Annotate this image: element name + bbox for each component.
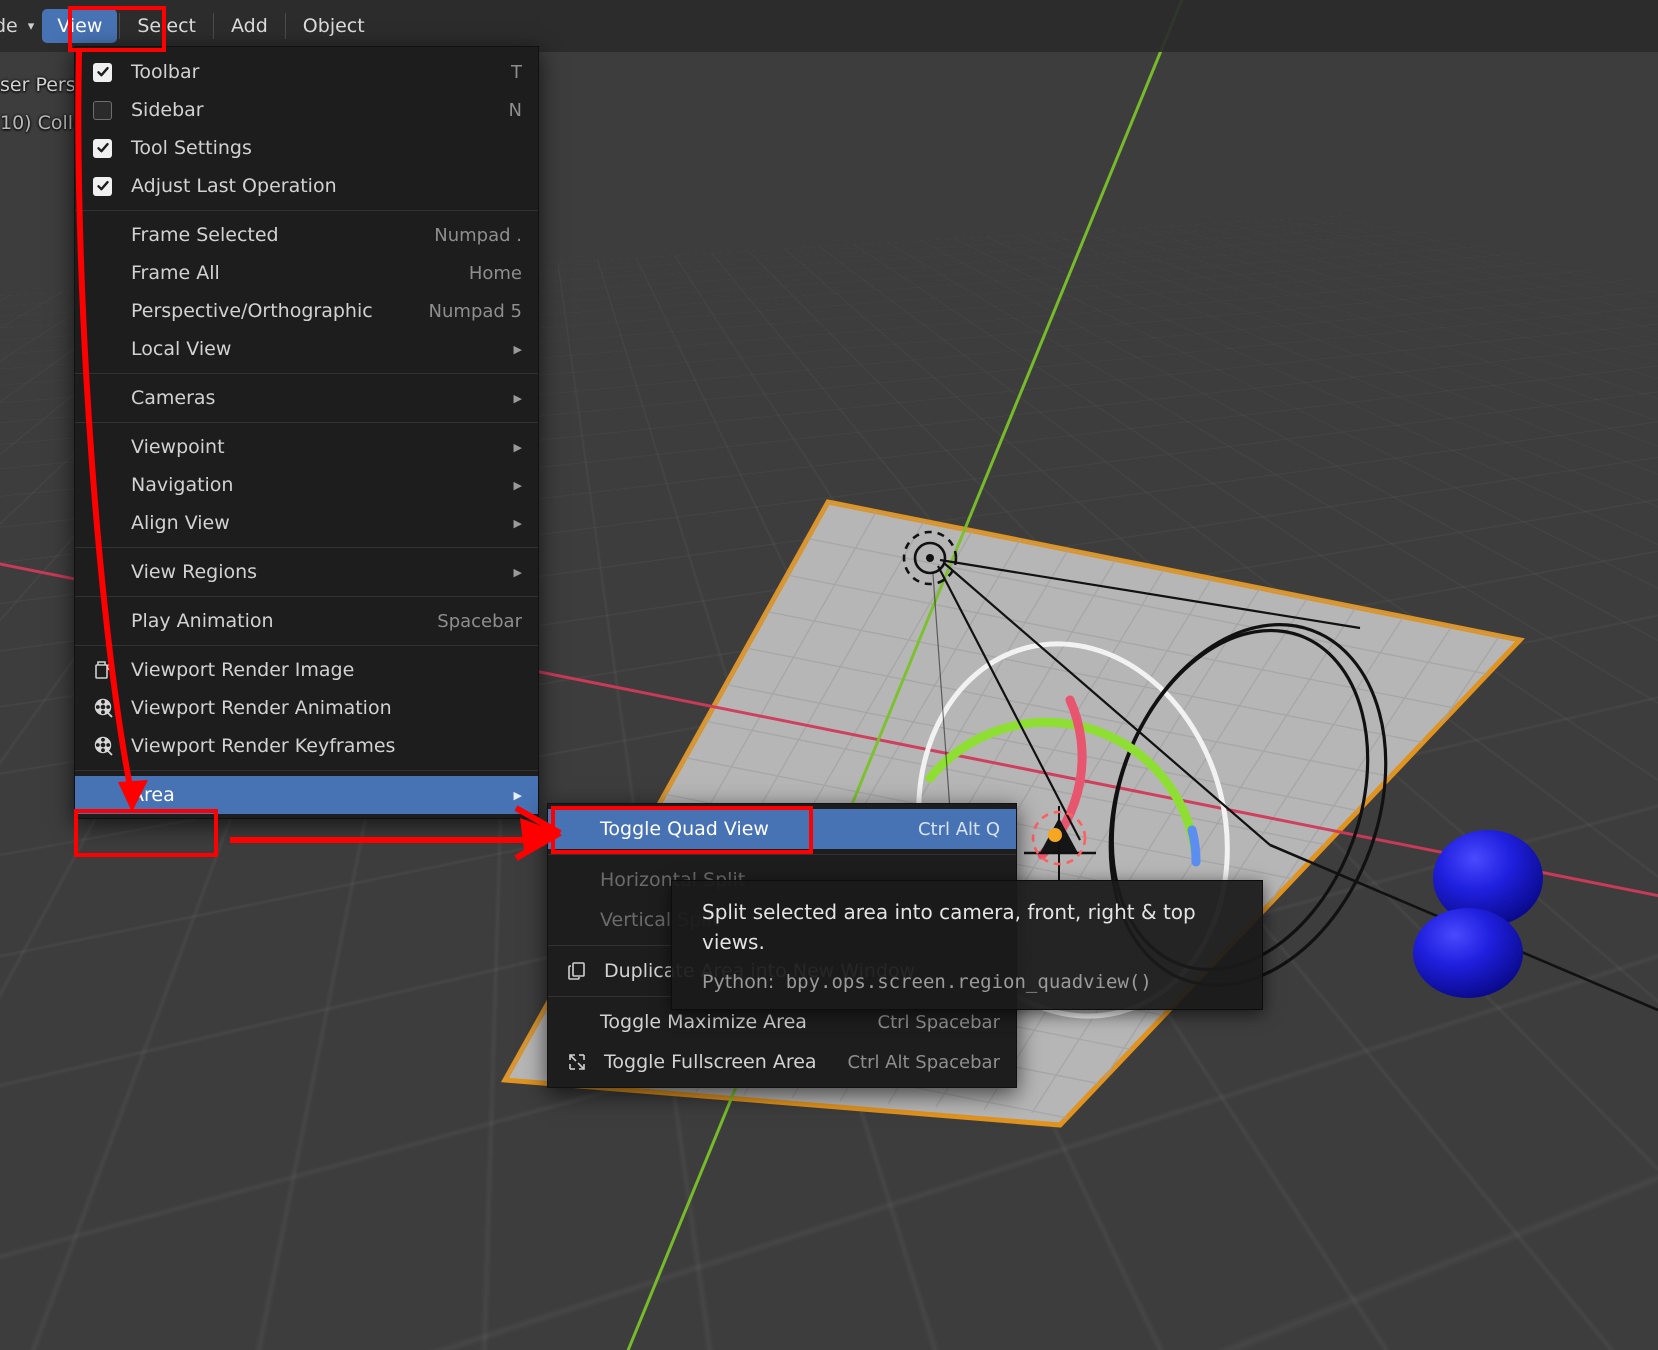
menu-add[interactable]: Add [216, 9, 283, 43]
menu-separator [75, 547, 538, 548]
menu-item-shortcut: T [511, 61, 522, 83]
checkbox-checked-icon[interactable] [93, 176, 112, 196]
menu-separator [75, 770, 538, 771]
menu-item-label: Sidebar [131, 99, 204, 121]
film-reel-icon [93, 697, 115, 719]
submenu-arrow-icon: ▶ [513, 391, 522, 405]
menu-item-perspective-orthographic[interactable]: Perspective/Orthographic Numpad 5 [75, 292, 538, 330]
film-reel-key-icon [93, 735, 115, 757]
submenu-item-toggle-quad-view[interactable]: Toggle Quad View Ctrl Alt Q [548, 809, 1016, 849]
menu-item-sidebar[interactable]: Sidebar N [75, 91, 538, 129]
menu-item-shortcut: Ctrl Spacebar [877, 1011, 1000, 1033]
duplicate-window-icon [566, 960, 588, 982]
submenu-arrow-icon: ▶ [513, 342, 522, 356]
menu-item-tool-settings[interactable]: Tool Settings [75, 129, 538, 167]
menu-item-label: Toggle Quad View [600, 818, 769, 840]
menu-view[interactable]: View [42, 9, 118, 43]
tooltip-python-line: Python: bpy.ops.screen.region_quadview() [702, 971, 1240, 993]
menu-item-label: Toolbar [131, 61, 200, 83]
menu-item-adjust-last-operation[interactable]: Adjust Last Operation [75, 167, 538, 205]
menu-item-shortcut: Numpad 5 [428, 300, 522, 322]
menu-separator [75, 645, 538, 646]
mode-selector[interactable]: de ▾ [0, 15, 40, 37]
checkbox-unchecked-icon[interactable] [93, 100, 112, 120]
menu-item-view-regions[interactable]: View Regions ▶ [75, 553, 538, 591]
menu-item-navigation[interactable]: Navigation ▶ [75, 466, 538, 504]
menu-item-label: Viewport Render Animation [131, 697, 392, 719]
menu-separator [75, 373, 538, 374]
menu-item-viewport-render-image[interactable]: Viewport Render Image [75, 651, 538, 689]
menu-item-align-view[interactable]: Align View ▶ [75, 504, 538, 542]
view-dropdown-menu[interactable]: Toolbar T Sidebar N Tool Settings Adjust… [74, 46, 539, 819]
menu-item-label: Local View [131, 338, 232, 360]
tooltip-description: Split selected area into camera, front, … [702, 900, 1196, 954]
menu-item-label: Navigation [131, 474, 234, 496]
menu-item-viewport-render-animation[interactable]: Viewport Render Animation [75, 689, 538, 727]
menu-item-shortcut: Spacebar [437, 610, 522, 632]
submenu-item-toggle-fullscreen-area[interactable]: Toggle Fullscreen Area Ctrl Alt Spacebar [548, 1042, 1016, 1082]
checkbox-checked-icon[interactable] [93, 138, 112, 158]
menu-item-cameras[interactable]: Cameras ▶ [75, 379, 538, 417]
submenu-arrow-icon: ▶ [513, 565, 522, 579]
menu-item-label: Tool Settings [131, 137, 252, 159]
menu-select[interactable]: Select [122, 9, 211, 43]
checkbox-checked-icon[interactable] [93, 62, 112, 82]
render-image-icon [93, 659, 115, 681]
menu-item-label: Area [131, 784, 175, 806]
menu-item-shortcut: Numpad . [434, 224, 522, 246]
menu-item-frame-all[interactable]: Frame All Home [75, 254, 538, 292]
menu-item-label: Cameras [131, 387, 216, 409]
menu-separator [75, 210, 538, 211]
menu-item-label: Viewport Render Image [131, 659, 355, 681]
submenu-arrow-icon: ▶ [513, 788, 522, 802]
menu-item-label: Align View [131, 512, 230, 534]
menu-item-area[interactable]: Area ▶ [75, 776, 538, 814]
mode-label: de [0, 15, 18, 37]
tooltip-python-label: Python: [702, 971, 775, 993]
menu-item-shortcut: N [508, 99, 522, 121]
menu-divider [119, 13, 121, 39]
menu-item-viewpoint[interactable]: Viewpoint ▶ [75, 428, 538, 466]
tooltip-python-code: bpy.ops.screen.region_quadview() [785, 971, 1152, 993]
menu-item-label: Adjust Last Operation [131, 175, 337, 197]
menu-item-label: Perspective/Orthographic [131, 300, 373, 322]
menu-divider [213, 13, 214, 39]
menu-item-shortcut: Ctrl Alt Q [917, 818, 1000, 840]
fullscreen-icon [566, 1051, 588, 1073]
menu-item-label: Frame Selected [131, 224, 279, 246]
menu-item-label: Viewport Render Keyframes [131, 735, 396, 757]
submenu-arrow-icon: ▶ [513, 440, 522, 454]
chevron-down-icon: ▾ [27, 18, 35, 34]
menu-item-shortcut: Ctrl Alt Spacebar [847, 1051, 1000, 1073]
menu-separator [75, 422, 538, 423]
blender-window: ser Perspective 10) Collection | Plane d… [0, 0, 1658, 1350]
viewport-header-bar[interactable]: de ▾ View Select Add Object [0, 0, 1658, 52]
menu-item-label: View Regions [131, 561, 258, 583]
menu-item-label: Play Animation [131, 610, 274, 632]
menu-separator [75, 596, 538, 597]
menu-item-shortcut: Home [468, 262, 522, 284]
menu-item-viewport-render-keyframes[interactable]: Viewport Render Keyframes [75, 727, 538, 765]
submenu-arrow-icon: ▶ [513, 478, 522, 492]
menu-item-label: Toggle Maximize Area [600, 1011, 807, 1033]
menu-item-label: Viewpoint [131, 436, 225, 458]
menu-divider [284, 13, 286, 39]
menu-item-local-view[interactable]: Local View ▶ [75, 330, 538, 368]
submenu-arrow-icon: ▶ [513, 516, 522, 530]
menu-item-label: Frame All [131, 262, 220, 284]
menu-item-label: Toggle Fullscreen Area [604, 1051, 817, 1073]
menu-object[interactable]: Object [288, 9, 380, 43]
menu-item-play-animation[interactable]: Play Animation Spacebar [75, 602, 538, 640]
quad-view-tooltip: Split selected area into camera, front, … [671, 880, 1263, 1010]
menu-item-frame-selected[interactable]: Frame Selected Numpad . [75, 216, 538, 254]
menu-separator [548, 854, 1016, 855]
menu-item-toolbar[interactable]: Toolbar T [75, 53, 538, 91]
